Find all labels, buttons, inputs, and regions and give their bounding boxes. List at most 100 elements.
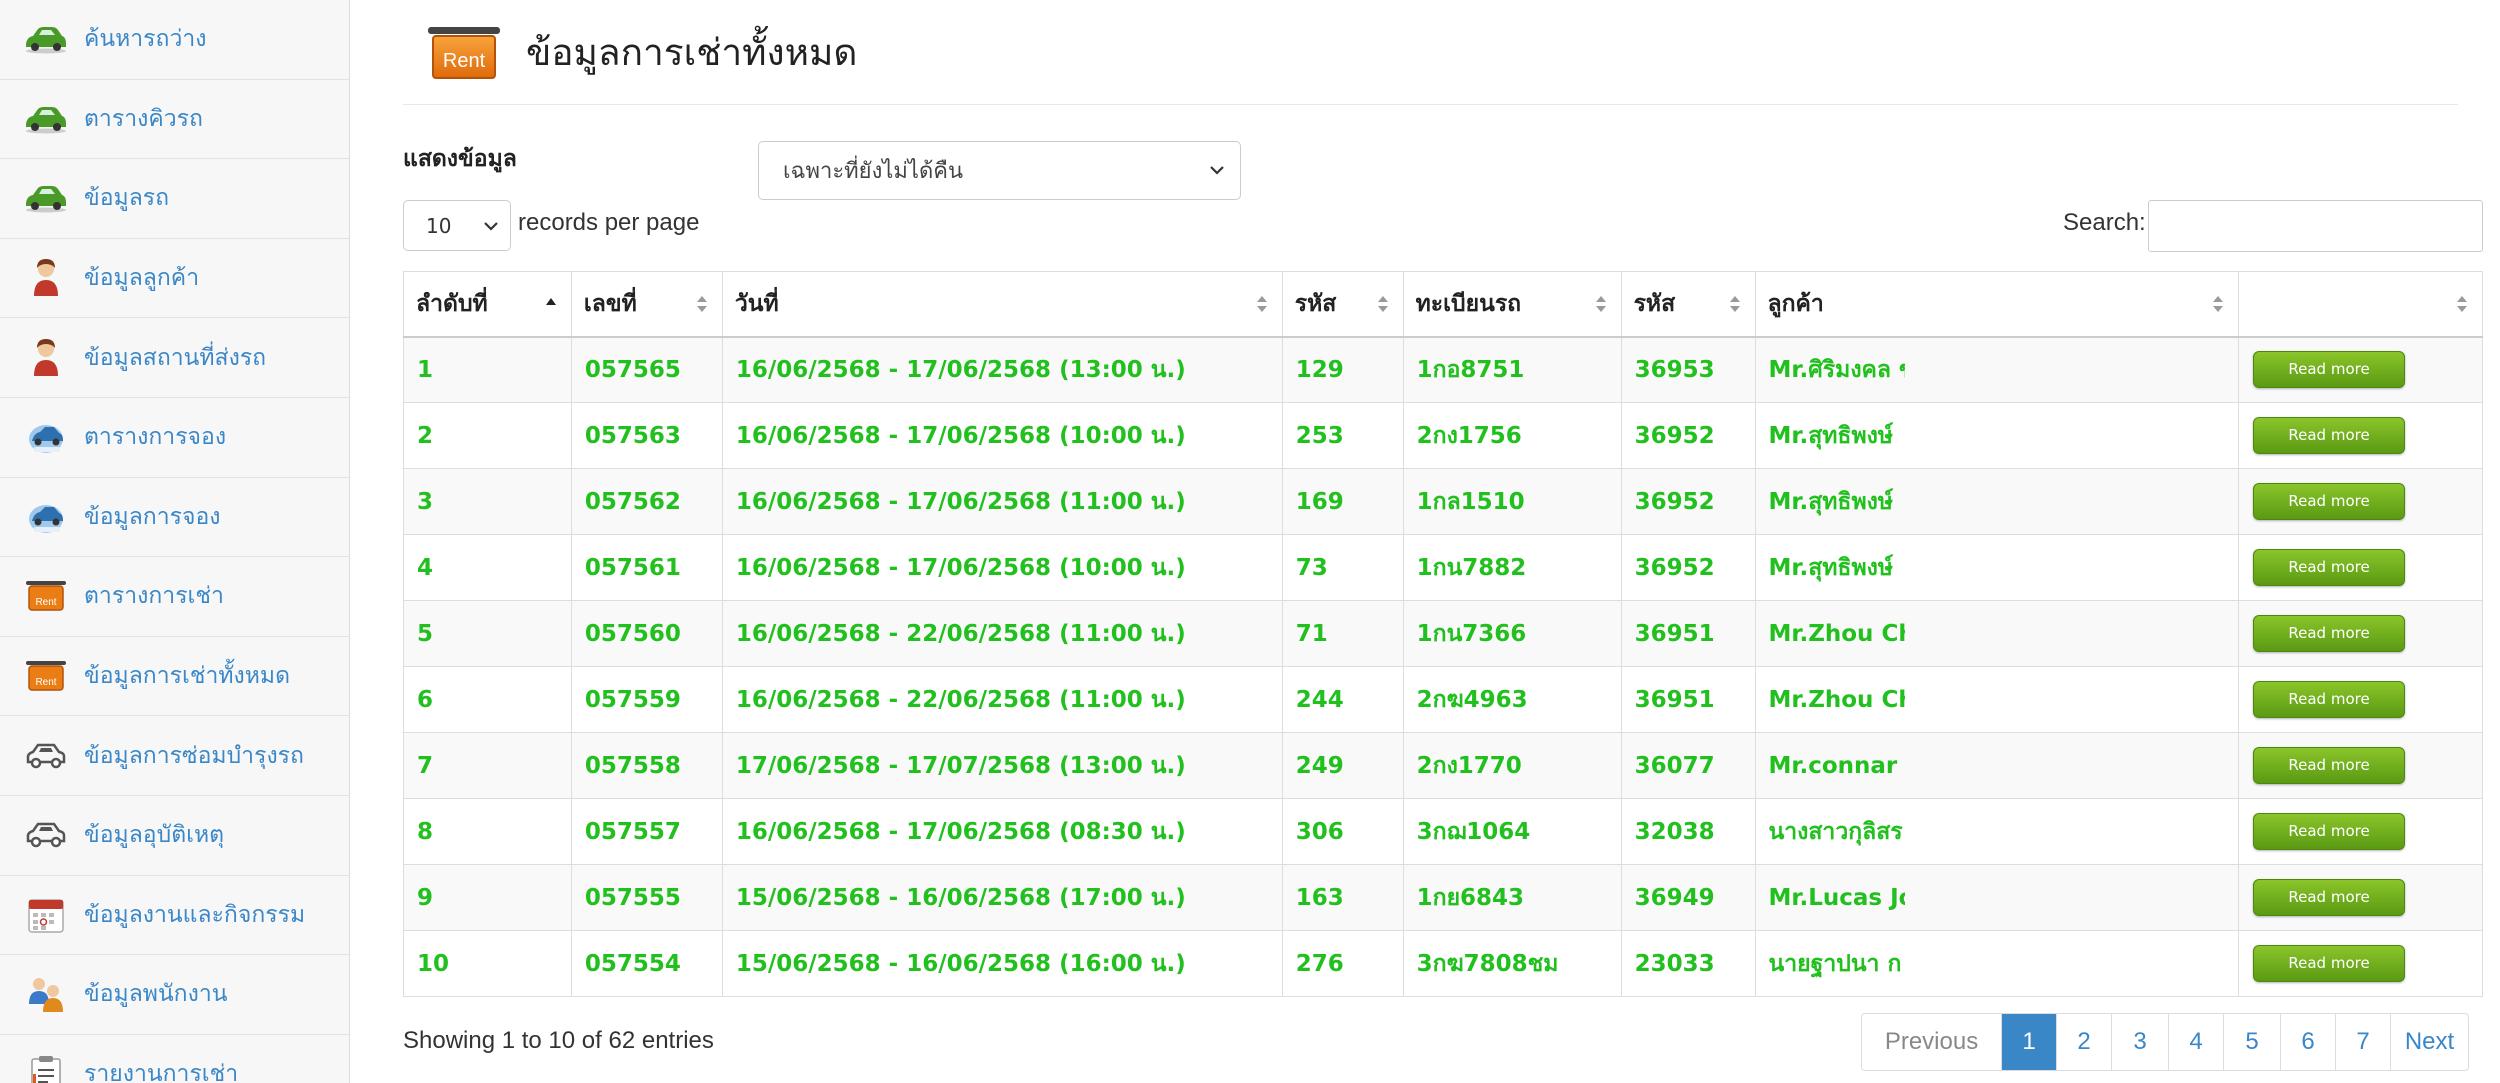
sort-icon [1729, 296, 1740, 312]
read-more-button[interactable]: Read more [2253, 549, 2406, 586]
sidebar-item[interactable]: ข้อมูลการซ่อมบำรุงรถ [0, 716, 349, 796]
sidebar-item[interactable]: ข้อมูลพนักงาน [0, 955, 349, 1035]
page-2-button[interactable]: 2 [2056, 1014, 2111, 1070]
column-header[interactable]: ลำดับที่ [403, 271, 572, 338]
rental-date: 16/06/2568 - 17/06/2568 (10:00 น.) [721, 534, 1283, 601]
column-header[interactable]: รหัส [1281, 271, 1404, 338]
sidebar-item[interactable]: ข้อมูลการจอง [0, 478, 349, 558]
customer-name: Mr.Zhou Chu [1768, 686, 1905, 713]
sidebar-item[interactable]: ข้อมูลอุบัติเหตุ [0, 796, 349, 876]
previous-page-button[interactable]: Previous [1862, 1014, 2001, 1070]
read-more-button[interactable]: Read more [2253, 747, 2406, 784]
column-header[interactable] [2238, 271, 2483, 338]
sidebar-item[interactable]: ข้อมูลรถ [0, 159, 349, 239]
sidebar-item[interactable]: ข้อมูลสถานที่ส่งรถ [0, 318, 349, 398]
row-number: 10 [403, 930, 572, 997]
row-number: 4 [403, 534, 572, 601]
sidebar-item[interactable]: Rent ข้อมูลการเช่าทั้งหมด [0, 637, 349, 717]
document-number: 057559 [570, 666, 723, 733]
car-code: 169 [1281, 468, 1404, 535]
customer-cell: Mr.Zhou Chu [1754, 666, 2240, 733]
column-header[interactable]: วันที่ [721, 271, 1283, 338]
rent-icon: Rent [428, 23, 500, 81]
customer-code: 36951 [1620, 600, 1756, 667]
page-3-button[interactable]: 3 [2111, 1014, 2168, 1070]
customer-name: Mr.ศิริมงคล ข [1768, 356, 1905, 383]
rental-table: ลำดับที่ เลขที่ วันที่ รหัส ทะเบียนรถ รหัส ลูก… [403, 271, 2483, 997]
license-plate: 2กฆ4963 [1402, 666, 1622, 733]
sidebar-item[interactable]: ตารางการจอง [0, 398, 349, 478]
column-header-label: ลำดับที่ [416, 290, 488, 317]
status-filter-select[interactable]: เฉพาะที่ยังไม่ได้คืน [758, 141, 1241, 200]
read-more-button[interactable]: Read more [2253, 945, 2406, 982]
green-car-icon [22, 95, 70, 143]
action-cell: Read more [2238, 600, 2483, 667]
customer-name: Mr.สุทธิพงษ์ [1768, 554, 1893, 581]
page-length-suffix: records per page [518, 209, 700, 236]
search-input[interactable] [2148, 200, 2483, 252]
read-more-button[interactable]: Read more [2253, 813, 2406, 850]
rental-date: 16/06/2568 - 17/06/2568 (11:00 น.) [721, 468, 1283, 535]
column-header[interactable]: เลขที่ [570, 271, 723, 338]
row-number: 1 [403, 336, 572, 403]
column-header[interactable]: ลูกค้า [1754, 271, 2240, 338]
page-length-select[interactable]: 10 [403, 200, 511, 251]
action-cell: Read more [2238, 468, 2483, 535]
chevron-down-icon [484, 222, 498, 231]
read-more-button[interactable]: Read more [2253, 417, 2406, 454]
sort-icon [1595, 296, 1606, 312]
sidebar-item[interactable]: รายงานการเช่า [0, 1035, 349, 1083]
column-header-label: เลขที่ [583, 290, 637, 317]
table-row: 4 057561 16/06/2568 - 17/06/2568 (10:00 น.… [403, 534, 2483, 601]
next-page-button[interactable]: Next [2390, 1014, 2468, 1070]
table-info: Showing 1 to 10 of 62 entries [403, 1027, 714, 1054]
customer-icon [22, 334, 70, 382]
page-length-value: 10 [426, 213, 452, 238]
table-row: 6 057559 16/06/2568 - 22/06/2568 (11:00 น.… [403, 666, 2483, 733]
car-outline-icon [22, 732, 70, 780]
customer-cell: นายฐาปนา ก [1754, 930, 2240, 997]
page-title: ข้อมูลการเช่าทั้งหมด [526, 31, 858, 73]
row-number: 7 [403, 732, 572, 799]
status-filter-value: เฉพาะที่ยังไม่ได้คืน [783, 159, 963, 184]
row-number: 3 [403, 468, 572, 535]
page-1-button[interactable]: 1 [2001, 1014, 2056, 1070]
document-number: 057557 [570, 798, 723, 865]
read-more-button[interactable]: Read more [2253, 879, 2406, 916]
table-row: 10 057554 15/06/2568 - 16/06/2568 (16:00 น… [403, 930, 2483, 997]
sidebar-item[interactable]: ตารางคิวรถ [0, 80, 349, 160]
row-number: 9 [403, 864, 572, 931]
page-7-button[interactable]: 7 [2335, 1014, 2390, 1070]
read-more-button[interactable]: Read more [2253, 615, 2406, 652]
page-4-button[interactable]: 4 [2168, 1014, 2223, 1070]
car-code: 306 [1281, 798, 1404, 865]
sidebar-item[interactable]: Rent ตารางการเช่า [0, 557, 349, 637]
column-header-label: วันที่ [734, 290, 779, 317]
staff-icon [22, 970, 70, 1018]
column-header[interactable]: ทะเบียนรถ [1402, 271, 1622, 338]
customer-code: 23033 [1620, 930, 1756, 997]
customer-cell: Mr.connar ta [1754, 732, 2240, 799]
car-code: 276 [1281, 930, 1404, 997]
rent-badge-label: Rent [432, 35, 496, 79]
customer-code: 36949 [1620, 864, 1756, 931]
sidebar-item[interactable]: ข้อมูลงานและกิจกรรม [0, 876, 349, 956]
rental-date: 15/06/2568 - 16/06/2568 (17:00 น.) [721, 864, 1283, 931]
read-more-button[interactable]: Read more [2253, 351, 2406, 389]
report-icon [22, 1050, 70, 1083]
page-6-button[interactable]: 6 [2280, 1014, 2335, 1070]
license-plate: 1กอ8751 [1402, 336, 1622, 403]
page-5-button[interactable]: 5 [2223, 1014, 2280, 1070]
sidebar-item-label: ตารางคิวรถ [84, 105, 203, 132]
column-header[interactable]: รหัส [1620, 271, 1756, 338]
customer-name: Mr.connar ta [1768, 752, 1905, 779]
license-plate: 1กย6843 [1402, 864, 1622, 931]
read-more-button[interactable]: Read more [2253, 483, 2406, 520]
table-row: 2 057563 16/06/2568 - 17/06/2568 (10:00 น.… [403, 402, 2483, 469]
read-more-button[interactable]: Read more [2253, 681, 2406, 718]
customer-code: 36951 [1620, 666, 1756, 733]
sidebar-item[interactable]: ค้นหารถว่าง [0, 0, 349, 80]
customer-cell: Mr.Lucas Jo [1754, 864, 2240, 931]
column-header-label: รหัส [1633, 290, 1676, 317]
sidebar-item[interactable]: ข้อมูลลูกค้า [0, 239, 349, 319]
